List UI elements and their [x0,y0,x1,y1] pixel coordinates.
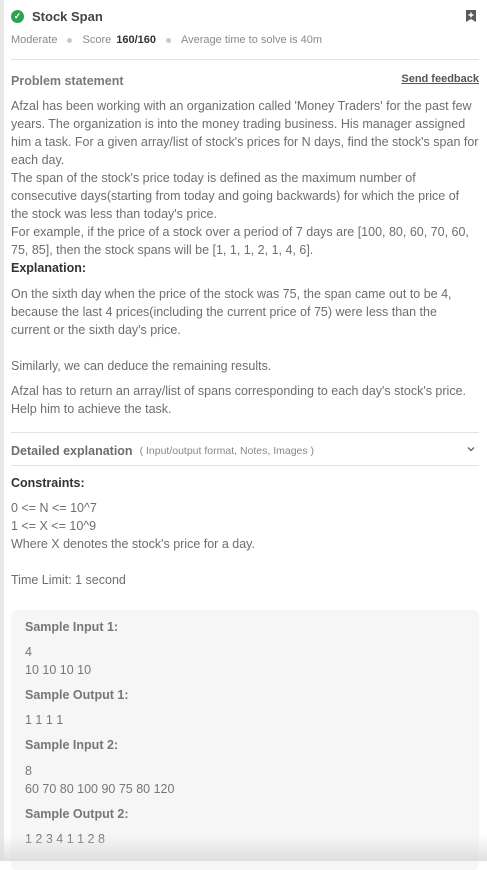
detailed-explanation-sub: ( Input/output format, Notes, Images ) [139,445,315,457]
divider [11,432,479,433]
constraint-line: 0 <= N <= 10^7 [11,501,97,515]
solved-check-icon: ✓ [11,9,24,23]
time-limit: Time Limit: 1 second [11,573,126,587]
problem-title: Stock Span [32,8,103,24]
detailed-explanation-toggle[interactable]: Detailed explanation ( Input/output form… [11,441,479,461]
chevron-down-icon [467,447,475,452]
sample-input-1-label: Sample Input 1: [25,620,119,634]
problem-header: ✓ Stock Span Moderate Score 160/160 Aver… [11,6,479,47]
difficulty-label: Moderate [11,34,58,46]
sample-input-2-line: 60 70 80 100 90 75 80 120 [25,782,175,796]
bottom-shadow [0,835,487,861]
score-label: Score [82,34,112,46]
samples-panel: Sample Input 1: 4 10 10 10 10 Sample Out… [11,610,479,870]
statement-paragraph: Afzal has been working with an organizat… [11,99,479,167]
sample-input-2-line: 8 [25,764,32,778]
statement-example: For example, if the price of a stock ove… [11,225,469,257]
sample-input-1-line: 4 [25,645,32,659]
sample-output-1-label: Sample Output 1: [25,688,129,702]
problem-statement-heading: Problem statement [11,74,124,88]
bookmark-add-icon[interactable] [465,9,477,23]
explanation-text: On the sixth day when the price of the s… [11,287,452,337]
statement-paragraph: The span of the stock's price today is d… [11,171,460,221]
left-edge [0,0,4,861]
task-text: Afzal has to return an array/list of spa… [11,384,466,416]
divider [11,465,479,466]
sample-output-2-label: Sample Output 2: [25,807,129,821]
separator-dot [166,37,171,43]
score-value: 160/160 [116,34,156,46]
separator-dot [67,37,73,43]
sample-input-1-line: 10 10 10 10 [25,663,92,677]
send-feedback-link[interactable]: Send feedback [401,73,479,85]
sample-input-2-label: Sample Input 2: [25,738,119,752]
detailed-explanation-label: Detailed explanation [11,444,133,458]
divider [11,59,479,60]
average-time: Average time to solve is 40m [181,34,323,46]
constraint-line: 1 <= X <= 10^9 [11,519,97,533]
problem-meta: Moderate Score 160/160 Average time to s… [11,33,479,47]
constraint-line: Where X denotes the stock's price for a … [11,537,255,551]
sample-output-1-line: 1 1 1 1 [25,713,64,727]
similarly-text: Similarly, we can deduce the remaining r… [11,359,272,373]
constraints-heading: Constraints: [11,476,85,490]
explanation-heading: Explanation: [11,261,87,275]
